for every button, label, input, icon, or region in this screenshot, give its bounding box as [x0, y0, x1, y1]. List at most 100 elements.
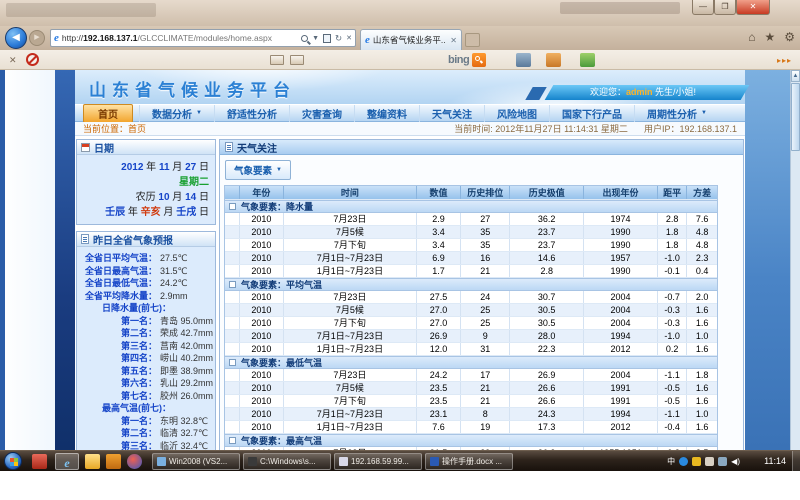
stop-icon[interactable]: ✕ [346, 34, 352, 42]
minimize-button[interactable]: — [692, 0, 714, 15]
menu-item-7[interactable]: 风险地图 [484, 105, 549, 122]
close-button[interactable]: ✕ [736, 0, 770, 15]
table-cell: 23.1 [417, 408, 461, 420]
tab-close-icon[interactable]: ✕ [450, 36, 457, 45]
mail-card-icon[interactable] [270, 55, 284, 65]
menu-item-1[interactable]: 首页 [83, 104, 133, 123]
system-tray: 中 ◀) [667, 451, 740, 472]
mail-card-icon-2[interactable] [290, 55, 304, 65]
close-bar-icon[interactable]: ✕ [9, 55, 17, 66]
group-checkbox[interactable] [229, 359, 236, 366]
table-group-row[interactable]: 气象要素：平均气温 [225, 278, 717, 291]
forecast-stat: 全省平均降水量：2.9mm [79, 290, 213, 303]
task-button-4[interactable]: 操作手册.docx ... [425, 453, 513, 470]
tray-volume-icon[interactable]: ◀) [731, 457, 740, 466]
maximize-button[interactable]: ❐ [714, 0, 736, 15]
group-checkbox[interactable] [229, 203, 236, 210]
background-window-shadow [6, 3, 156, 17]
browser-tab[interactable]: e 山东省气候业务平... ✕ [360, 29, 462, 50]
group-checkbox[interactable] [229, 437, 236, 444]
task-button-3[interactable]: 192.168.59.99... [334, 453, 422, 470]
menu-item-6[interactable]: 天气关注 [419, 105, 484, 122]
table-cell: 30.5 [510, 304, 584, 316]
table-group-label: 气象要素：最高气温 [241, 435, 322, 447]
back-button[interactable]: ◀ [5, 27, 27, 49]
table-cell: 2.8 [658, 213, 688, 225]
table-row: 20107月23日27.52430.72004-0.72.0 [225, 291, 717, 304]
table-cell: 2004 [584, 291, 658, 303]
table-cell: 1994 [584, 330, 658, 342]
task-button-2[interactable]: C:\Windows\s... [243, 453, 331, 470]
tray-flag-icon[interactable] [705, 457, 714, 466]
table-group-row[interactable]: 气象要素：降水量 [225, 200, 717, 213]
table-cell: 22.3 [510, 343, 584, 355]
forecast-value: 东明 32.8℃ [160, 415, 208, 428]
tray-shield-icon[interactable] [692, 457, 701, 466]
puzzle-addon-icon[interactable] [580, 53, 595, 67]
forecast-value: 莒南 42.0mm [160, 340, 213, 353]
table-cell: 2.8 [510, 265, 584, 277]
forward-button[interactable]: ▶ [29, 30, 45, 46]
chevron-down-icon[interactable]: ▼ [312, 35, 319, 42]
table-group-row[interactable]: 气象要素：最低气温 [225, 356, 717, 369]
compatibility-view-icon[interactable] [323, 34, 331, 43]
menu-item-5[interactable]: 整编资料 [354, 105, 419, 122]
table-cell: 1957 [584, 252, 658, 264]
group-checkbox[interactable] [229, 281, 236, 288]
forecast-label: 第一名： [79, 415, 157, 428]
table-cell: 2010 [240, 343, 284, 355]
table-row: 20107月下旬23.52126.61991-0.51.6 [225, 395, 717, 408]
menu-item-3[interactable]: 舒适性分析 [214, 105, 289, 122]
vertical-scrollbar[interactable]: ▲ [790, 70, 800, 450]
menu-item-2[interactable]: 数据分析▼ [139, 105, 214, 122]
pinned-app-icon[interactable] [32, 454, 47, 469]
menu-item-4[interactable]: 灾害查询 [289, 105, 354, 122]
table-cell: 7月23日 [284, 369, 417, 381]
table-cell: 1991 [584, 395, 658, 407]
table-cell: 1.6 [687, 343, 717, 355]
screen: — ❐ ✕ ◀ ▶ e http://192.168.137.1/GLCCLIM… [0, 0, 800, 500]
new-tab-button[interactable] [465, 33, 480, 47]
bing-search-button[interactable] [472, 53, 486, 67]
refresh-icon[interactable]: ↻ [335, 33, 342, 44]
task-button-1[interactable]: Win2008 (VS2... [152, 453, 240, 470]
weather-focus-panel: 天气关注 气象要素▼ 年份时间数值历史排位历史极值出现年份距平方差气象要素：降水… [219, 139, 744, 450]
scrollbar-thumb[interactable] [791, 83, 800, 151]
favorites-star-icon[interactable]: ★ [764, 30, 775, 44]
forecast-value: 即墨 38.9mm [160, 365, 213, 378]
table-cell: 2010 [240, 317, 284, 329]
ime-language-indicator[interactable]: 中 [667, 456, 675, 467]
settings-gear-icon[interactable]: ⚙ [784, 30, 795, 44]
table-cell: 1990 [584, 226, 658, 238]
blocked-addon-icon[interactable] [26, 53, 39, 66]
camera-addon-icon[interactable] [516, 53, 531, 67]
bing-search-widget[interactable]: bing [448, 53, 486, 67]
menu-item-label: 灾害查询 [302, 106, 342, 121]
forecast-body: 全省日平均气温：27.5℃全省日最高气温：31.5℃全省日最低气温：24.2℃全… [77, 247, 215, 450]
taskbar-ie-button[interactable]: e [55, 453, 79, 470]
pinned-app-icon-2[interactable] [106, 454, 121, 469]
table-cell: 7月5候 [284, 226, 417, 238]
taskbar-clock[interactable]: 11:14 [764, 451, 786, 472]
address-bar[interactable]: e http://192.168.137.1/GLCCLIMATE/module… [50, 29, 356, 47]
table-cell: 7月下旬 [284, 239, 417, 251]
table-cell: 2010 [240, 265, 284, 277]
scroll-up-arrow-icon[interactable]: ▲ [791, 70, 800, 82]
element-filter-button[interactable]: 气象要素▼ [225, 160, 291, 180]
ganzhi-date: 壬辰 年 辛亥 月 壬戌 日 [81, 205, 209, 220]
show-desktop-button[interactable] [792, 451, 800, 472]
tray-network-icon[interactable] [679, 457, 688, 466]
search-icon[interactable] [301, 35, 308, 42]
menu-item-9[interactable]: 周期性分析▼ [634, 105, 719, 122]
home-icon[interactable]: ⌂ [748, 30, 755, 44]
table-group-row[interactable]: 气象要素：最高气温 [225, 434, 717, 447]
table-cell [225, 369, 240, 381]
pinned-app-icon-3[interactable] [127, 454, 142, 469]
more-options-icon[interactable]: ▸▸▸ [777, 56, 792, 65]
table-cell: 8 [461, 408, 510, 420]
people-addon-icon[interactable] [546, 53, 561, 67]
start-button[interactable] [4, 452, 22, 470]
tray-update-icon[interactable] [718, 457, 727, 466]
menu-item-8[interactable]: 国家下行产品 [549, 105, 634, 122]
explorer-folder-icon[interactable] [85, 454, 100, 469]
